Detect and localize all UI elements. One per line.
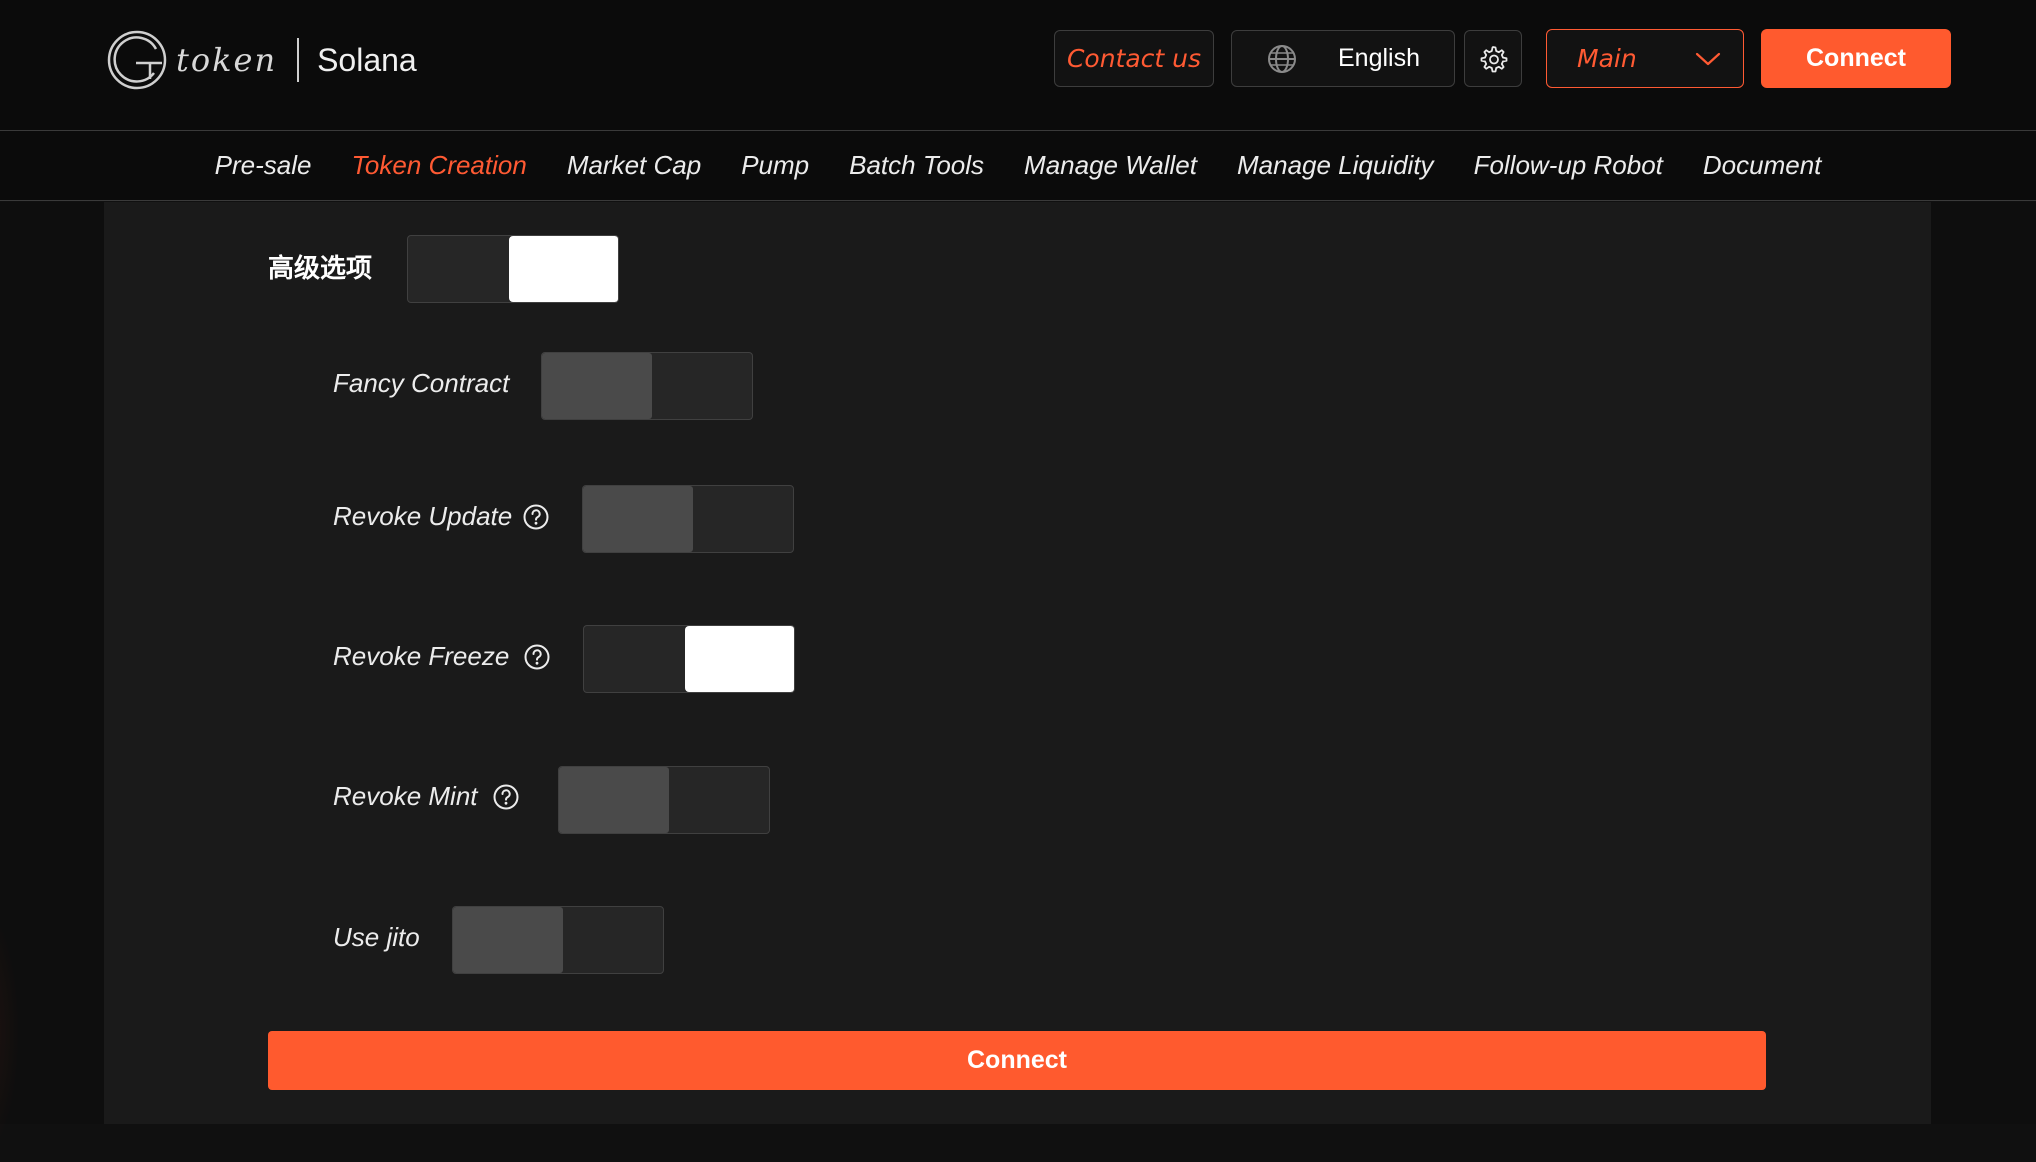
revoke-freeze-toggle[interactable] [583, 625, 795, 693]
fancy-contract-label: Fancy Contract [333, 368, 509, 399]
advanced-options-label: 高级选项 [268, 254, 373, 284]
toggle-knob [453, 907, 563, 973]
background-glow [0, 902, 20, 1162]
help-circle-icon[interactable] [523, 643, 551, 671]
right-gutter [1931, 202, 2036, 1124]
revoke-mint-toggle[interactable] [558, 766, 770, 834]
connect-submit-button[interactable]: Connect [268, 1031, 1766, 1090]
toggle-knob [542, 353, 652, 419]
help-circle-icon[interactable] [492, 783, 520, 811]
nav-item-manage-liquidity[interactable]: Manage Liquidity [1237, 150, 1434, 181]
nav-item-document[interactable]: Document [1703, 150, 1822, 181]
nav-item-market-cap[interactable]: Market Cap [567, 150, 701, 181]
logo-divider [297, 38, 300, 82]
revoke-freeze-label: Revoke Freeze [333, 641, 551, 672]
network-label: Main [1577, 44, 1637, 73]
chevron-down-icon [1695, 52, 1721, 65]
nav-item-token-creation[interactable]: Token Creation [351, 150, 526, 181]
nav-item-manage-wallet[interactable]: Manage Wallet [1024, 150, 1197, 181]
nav-item-follow-up-robot[interactable]: Follow-up Robot [1474, 150, 1663, 181]
network-select[interactable]: Main [1546, 29, 1744, 88]
globe-icon [1268, 44, 1296, 73]
main-nav: Pre-sale Token Creation Market Cap Pump … [0, 131, 2036, 201]
option-label: Revoke Freeze [333, 641, 510, 671]
toggle-knob [583, 486, 693, 552]
toggle-knob [559, 767, 669, 833]
option-label: Use jito [333, 922, 420, 952]
settings-button[interactable] [1464, 30, 1522, 87]
nav-item-pump[interactable]: Pump [741, 150, 809, 181]
language-label: English [1338, 44, 1420, 72]
revoke-update-toggle[interactable] [582, 485, 794, 553]
revoke-update-label: Revoke Update [333, 501, 550, 532]
use-jito-toggle[interactable] [452, 906, 664, 974]
option-label: Revoke Mint [333, 781, 478, 811]
logo-wordmark: token [176, 41, 278, 79]
nav-item-presale[interactable]: Pre-sale [215, 150, 312, 181]
left-gutter [0, 202, 104, 1162]
revoke-mint-label: Revoke Mint [333, 781, 520, 812]
contact-us-button[interactable]: Contact us [1054, 30, 1214, 87]
top-header: token Solana Contact us English Main Con… [0, 0, 2036, 131]
chain-name: Solana [317, 41, 417, 78]
option-label: Revoke Update [333, 501, 513, 531]
use-jito-label: Use jito [333, 922, 420, 953]
nav-item-batch-tools[interactable]: Batch Tools [849, 150, 984, 181]
logo-g-mark-icon [107, 30, 167, 90]
advanced-options-toggle[interactable] [407, 235, 619, 303]
language-selector[interactable]: English [1231, 30, 1455, 87]
gear-icon [1480, 45, 1508, 72]
logo[interactable]: token Solana [106, 27, 417, 93]
fancy-contract-toggle[interactable] [541, 352, 753, 420]
help-circle-icon[interactable] [522, 503, 550, 531]
option-label: Fancy Contract [333, 368, 510, 398]
toggle-knob [509, 236, 618, 302]
connect-wallet-button[interactable]: Connect [1761, 29, 1951, 88]
toggle-knob [685, 626, 794, 692]
